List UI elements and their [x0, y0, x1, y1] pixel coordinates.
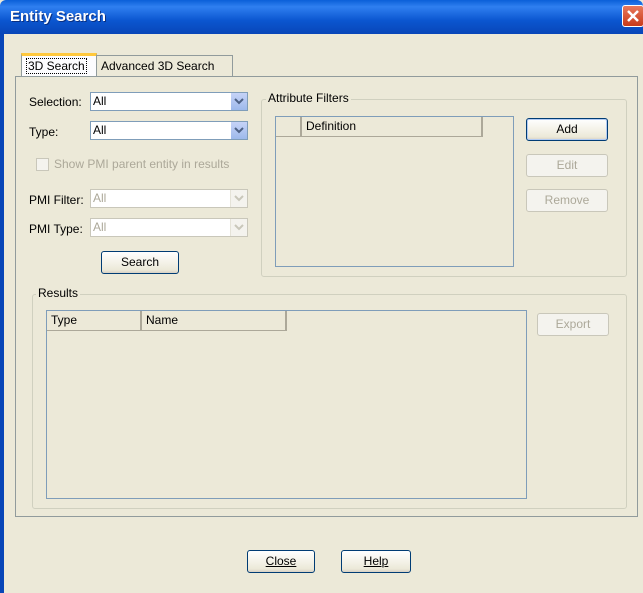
- show-pmi-checkbox[interactable]: [36, 158, 49, 171]
- edit-button[interactable]: Edit: [526, 154, 608, 177]
- pmi-filter-label: PMI Filter:: [29, 193, 84, 207]
- table-header-definition[interactable]: Definition: [302, 117, 483, 137]
- help-button[interactable]: Help: [341, 550, 411, 573]
- results-table[interactable]: Type Name: [46, 310, 527, 499]
- selection-label: Selection:: [29, 95, 82, 109]
- chevron-down-icon: [230, 93, 247, 110]
- search-button[interactable]: Search: [101, 251, 179, 274]
- attribute-filters-table[interactable]: Definition: [275, 116, 514, 267]
- add-button[interactable]: Add: [526, 118, 608, 141]
- pmi-type-dropdown[interactable]: All: [90, 218, 248, 237]
- show-pmi-label: Show PMI parent entity in results: [54, 157, 230, 171]
- selection-dropdown[interactable]: All: [90, 92, 248, 111]
- title-bar[interactable]: Entity Search: [0, 0, 643, 34]
- tab-advanced-3d-search[interactable]: Advanced 3D Search: [96, 55, 233, 77]
- window-title: Entity Search: [10, 8, 106, 25]
- close-window-button[interactable]: [622, 5, 643, 27]
- chevron-down-icon: [230, 219, 247, 236]
- chevron-down-icon: [230, 122, 247, 139]
- remove-button[interactable]: Remove: [526, 189, 608, 212]
- table-header-name[interactable]: Name: [142, 311, 287, 331]
- chevron-down-icon: [230, 190, 247, 207]
- type-dropdown[interactable]: All: [90, 121, 248, 140]
- pmi-type-label: PMI Type:: [29, 222, 83, 236]
- entity-search-dialog: Entity Search 3D Search Advanced 3D Sear…: [0, 0, 643, 593]
- export-button[interactable]: Export: [537, 313, 609, 336]
- type-label: Type:: [29, 125, 59, 139]
- results-legend: Results: [36, 286, 81, 300]
- close-button[interactable]: Close: [247, 550, 315, 573]
- tab-3d-search[interactable]: 3D Search: [21, 53, 97, 77]
- attribute-filters-legend: Attribute Filters: [266, 91, 351, 105]
- window-frame: [0, 34, 4, 593]
- table-header-type[interactable]: Type: [47, 311, 142, 331]
- close-icon: [627, 10, 639, 22]
- pmi-filter-dropdown[interactable]: All: [90, 189, 248, 208]
- table-header-blank[interactable]: [276, 117, 302, 137]
